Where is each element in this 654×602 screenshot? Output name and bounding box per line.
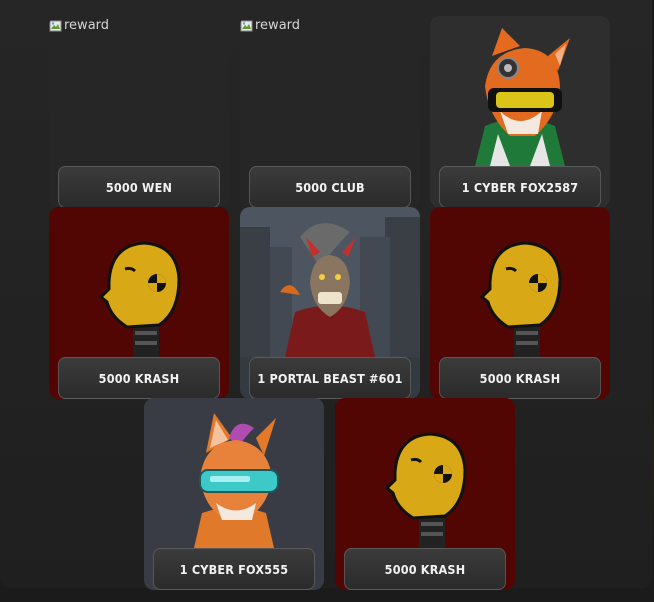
- rewards-panel: reward 5000 WEN reward 5000 CLUB 1 CYBER…: [0, 0, 652, 590]
- reward-card: 1 CYBER FOX555: [144, 398, 324, 590]
- reward-label: 1 CYBER FOX555: [153, 548, 315, 590]
- reward-card: 5000 KRASH: [430, 207, 610, 399]
- broken-image-icon: [240, 20, 253, 31]
- reward-label: 5000 KRASH: [344, 548, 506, 590]
- cyber-fox-visor-image: [144, 398, 324, 548]
- reward-card: reward 5000 WEN: [49, 16, 229, 208]
- portal-beast-image: [240, 207, 420, 357]
- reward-label: 1 PORTAL BEAST #601: [249, 357, 411, 399]
- broken-image: reward: [240, 18, 300, 33]
- image-alt-text: reward: [255, 18, 301, 33]
- crash-dummy-head-image: [335, 398, 515, 548]
- cyber-fox-goggles-image: [430, 16, 610, 166]
- reward-label: 5000 WEN: [58, 166, 220, 208]
- reward-card: 5000 KRASH: [335, 398, 515, 590]
- reward-card: 1 PORTAL BEAST #601: [240, 207, 420, 399]
- broken-image: reward: [49, 18, 109, 33]
- broken-image-icon: [49, 20, 62, 31]
- reward-label: 5000 CLUB: [249, 166, 411, 208]
- reward-label: 5000 KRASH: [439, 357, 601, 399]
- image-alt-text: reward: [64, 18, 110, 33]
- reward-label: 1 CYBER FOX2587: [439, 166, 601, 208]
- reward-card: 5000 KRASH: [49, 207, 229, 399]
- reward-card: 1 CYBER FOX2587: [430, 16, 610, 208]
- reward-label: 5000 KRASH: [58, 357, 220, 399]
- crash-dummy-head-image: [49, 207, 229, 357]
- crash-dummy-head-image: [430, 207, 610, 357]
- reward-card: reward 5000 CLUB: [240, 16, 420, 208]
